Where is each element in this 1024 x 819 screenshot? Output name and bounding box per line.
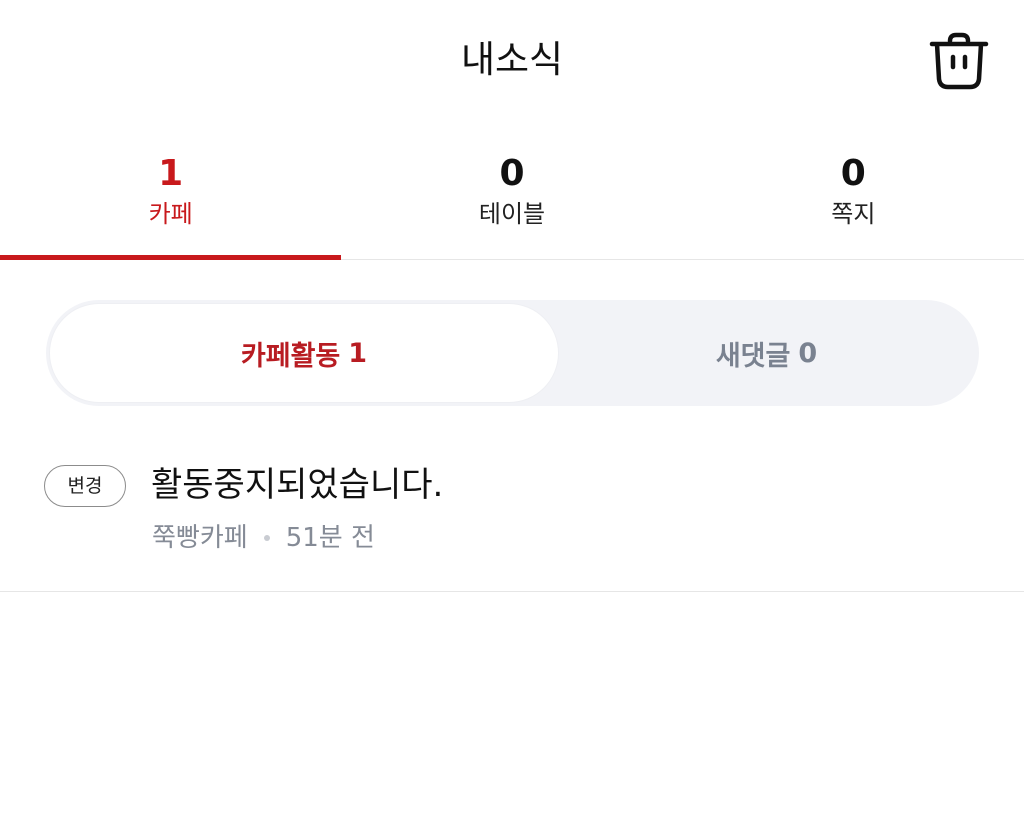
delete-button[interactable] — [926, 30, 992, 92]
tab-messages-label: 쪽지 — [831, 200, 876, 228]
tab-table-count: 0 — [499, 153, 525, 194]
list-item[interactable]: 변경 활동중지되었습니다. 쭉빵카페 51분 전 — [0, 440, 1024, 592]
timestamp: 51분 전 — [285, 523, 375, 553]
tab-messages[interactable]: 0 쪽지 — [683, 140, 1024, 259]
notification-title: 활동중지되었습니다. — [151, 465, 444, 505]
segment-cafe-activity-button[interactable]: 카페활동 1 — [50, 304, 558, 402]
tab-table[interactable]: 0 테이블 — [341, 140, 682, 259]
tab-table-label: 테이블 — [478, 200, 546, 228]
segmented-control: 카페활동 1 새댓글 0 — [46, 300, 979, 406]
header: 내소식 — [0, 0, 1024, 120]
separator-dot — [263, 535, 270, 541]
notification-meta: 쭉빵카페 51분 전 — [152, 520, 375, 556]
notifications-page: 내소식 1 카페 0 테이블 0 쪽지 카페활동 1 새댓글 0 변경 활동중지… — [0, 0, 1024, 819]
tab-messages-count: 0 — [840, 153, 866, 194]
segment-new-comments-label: 새댓글 — [715, 340, 791, 372]
tab-cafe-count: 1 — [158, 153, 184, 194]
tab-cafe-label: 카페 — [148, 200, 193, 228]
change-badge: 변경 — [44, 465, 126, 507]
segment-new-comments-button[interactable]: 새댓글 0 — [558, 304, 975, 402]
tab-cafe[interactable]: 1 카페 — [0, 140, 342, 260]
segment-cafe-activity-label: 카페활동 — [240, 340, 341, 372]
page-title: 내소식 — [460, 38, 564, 81]
category-tabs: 1 카페 0 테이블 0 쪽지 — [0, 140, 1024, 260]
segment-new-comments-count: 0 — [798, 337, 818, 369]
trash-icon — [929, 32, 989, 90]
segment-cafe-activity-count: 1 — [348, 337, 368, 369]
cafe-name: 쭉빵카페 — [152, 523, 248, 553]
